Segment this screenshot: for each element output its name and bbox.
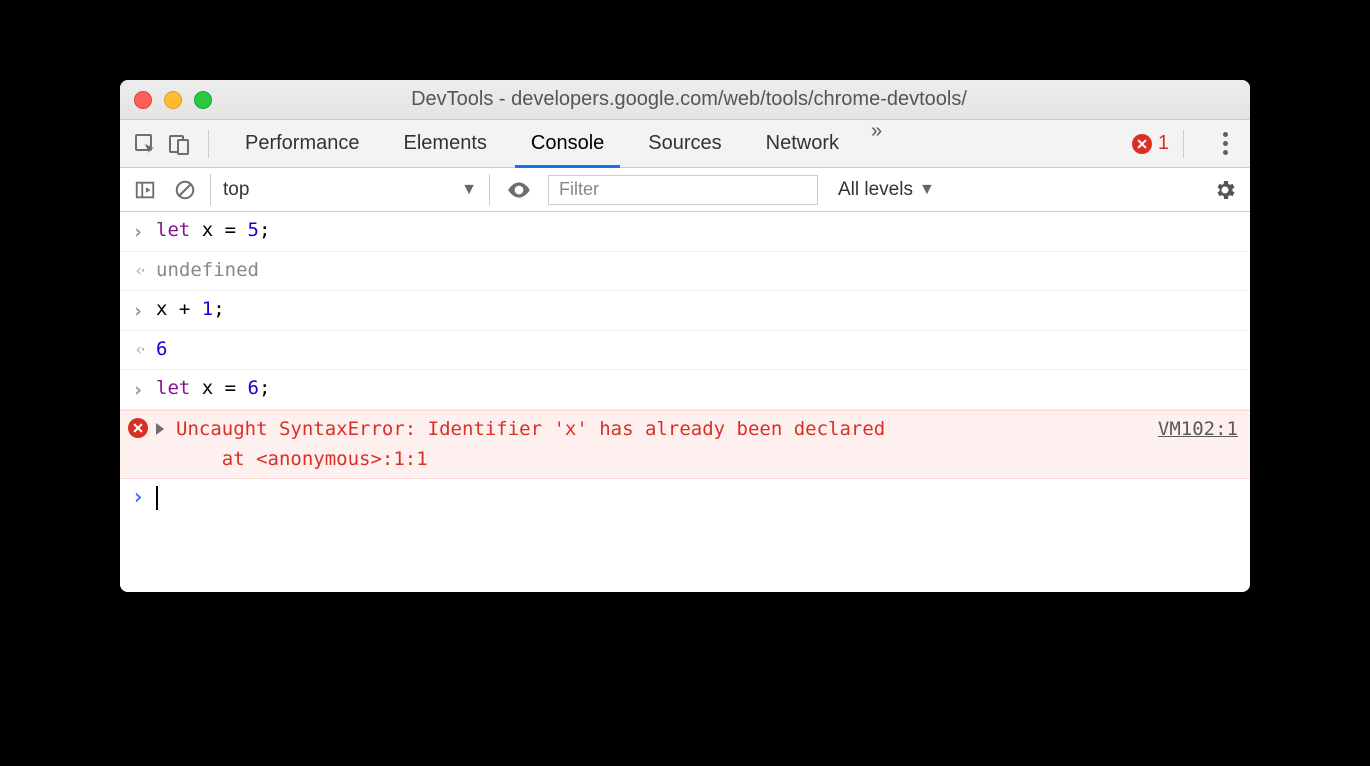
tab-label: Network [766,132,839,155]
console-settings-icon[interactable] [1210,175,1240,205]
device-toolbar-icon[interactable] [164,129,194,159]
menu-button[interactable] [1210,132,1240,155]
console-prompt-row[interactable]: › [120,479,1250,516]
chevron-down-icon: ▼ [919,181,935,199]
execution-context-select[interactable]: top ▼ [210,174,490,206]
console-text: x + 1; [156,295,1238,324]
tab-label: Elements [404,132,487,155]
console-input-row: › let x = 6; [120,370,1250,410]
console-text: 6 [156,335,1238,364]
input-chevron-icon: › [128,216,148,247]
devtools-window: DevTools - developers.google.com/web/too… [120,80,1250,592]
error-source-link[interactable]: VM102:1 [1138,415,1238,444]
window-title: DevTools - developers.google.com/web/too… [212,88,1236,111]
tab-console[interactable]: Console [509,120,626,167]
inspect-element-icon[interactable] [130,129,160,159]
main-tabstrip: Performance Elements Console Sources Net… [120,120,1250,168]
console-text: let x = 5; [156,216,1238,245]
clear-console-icon[interactable] [170,175,200,205]
tab-label: Performance [245,132,360,155]
prompt-chevron-icon: › [128,485,148,510]
error-count-value: 1 [1158,132,1169,155]
tabs-overflow-button[interactable]: » [861,120,892,167]
console-result-row: ‹· 6 [120,331,1250,369]
panel-tabs: Performance Elements Console Sources Net… [223,120,892,167]
show-sidebar-icon[interactable] [130,175,160,205]
output-chevron-icon: ‹· [128,256,148,284]
maximize-window-button[interactable] [194,91,212,109]
error-count-badge[interactable]: 1 [1132,132,1169,155]
live-expression-icon[interactable] [500,175,538,205]
filter-input[interactable] [548,175,818,205]
titlebar: DevTools - developers.google.com/web/too… [120,80,1250,120]
error-icon [128,418,148,438]
console-text: let x = 6; [156,374,1238,403]
tab-performance[interactable]: Performance [223,120,382,167]
expand-error-icon[interactable] [156,423,164,435]
chevron-down-icon: ▼ [461,181,477,199]
error-icon [1132,134,1152,154]
console-toolbar: top ▼ All levels ▼ [120,168,1250,212]
console-input-row: › x + 1; [120,291,1250,331]
error-message: Uncaught SyntaxError: Identifier 'x' has… [176,415,1130,474]
divider [208,130,209,158]
tab-label: Sources [648,132,721,155]
minimize-window-button[interactable] [164,91,182,109]
console-input-row: › let x = 5; [120,212,1250,252]
traffic-lights [134,91,212,109]
tab-network[interactable]: Network [744,120,861,167]
close-window-button[interactable] [134,91,152,109]
output-chevron-icon: ‹· [128,335,148,363]
console-body: › let x = 5; ‹· undefined › x + 1; ‹· 6 › let x =… [120,212,1250,592]
text-cursor [156,486,158,510]
log-levels-select[interactable]: All levels ▼ [828,179,945,201]
input-chevron-icon: › [128,374,148,405]
tab-sources[interactable]: Sources [626,120,743,167]
tab-label: Console [531,132,604,155]
context-label: top [223,179,249,201]
levels-label: All levels [838,179,913,201]
divider [1183,130,1184,158]
console-text: undefined [156,256,1238,285]
input-chevron-icon: › [128,295,148,326]
console-result-row: ‹· undefined [120,252,1250,290]
tab-elements[interactable]: Elements [382,120,509,167]
console-error-row[interactable]: Uncaught SyntaxError: Identifier 'x' has… [120,410,1250,479]
